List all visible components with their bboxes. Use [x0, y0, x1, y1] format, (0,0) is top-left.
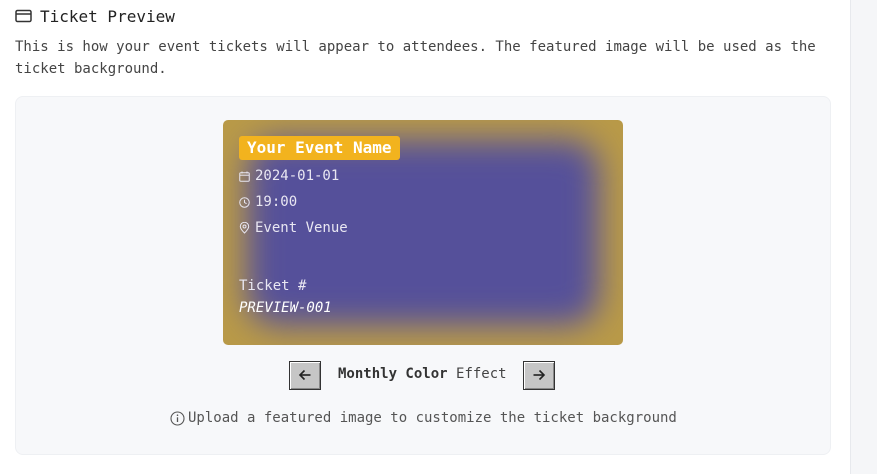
- calendar-icon: [239, 171, 255, 182]
- effect-name: Monthly Color Effect: [338, 366, 507, 382]
- effect-name-suffix: Effect: [456, 366, 507, 382]
- next-effect-button[interactable]: [523, 361, 555, 390]
- ticket-number: PREVIEW-001: [239, 300, 332, 316]
- page-title: Ticket Preview: [40, 6, 175, 26]
- ticket-preview-card: Your Event Name 2024-01-01 19:00 Event V…: [223, 120, 623, 345]
- upload-hint: Upload a featured image to customize the…: [170, 410, 677, 426]
- section-heading: Ticket Preview: [15, 5, 175, 27]
- ticket-venue-row: Event Venue: [239, 220, 348, 236]
- arrow-left-icon: [298, 366, 312, 385]
- ticket-card-icon: [15, 9, 32, 23]
- ticket-content: Your Event Name 2024-01-01 19:00 Event V…: [223, 120, 623, 345]
- effect-name-bold: Monthly Color: [338, 366, 448, 382]
- scrollbar[interactable]: [850, 0, 877, 474]
- ticket-date: 2024-01-01: [255, 168, 340, 184]
- arrow-right-icon: [532, 366, 546, 385]
- previous-effect-button[interactable]: [289, 361, 321, 390]
- ticket-time-row: 19:00: [239, 194, 297, 210]
- map-pin-icon: [239, 222, 255, 234]
- section-description: This is how your event tickets will appe…: [15, 39, 816, 77]
- upload-hint-text: Upload a featured image to customize the…: [188, 410, 677, 426]
- event-name-badge: Your Event Name: [239, 136, 400, 160]
- ticket-preview-section: Ticket Preview This is how your event ti…: [0, 0, 850, 474]
- ticket-date-row: 2024-01-01: [239, 168, 339, 184]
- ticket-time: 19:00: [255, 194, 298, 210]
- info-icon: [170, 410, 188, 426]
- ticket-venue: Event Venue: [255, 220, 348, 236]
- clock-icon: [239, 196, 255, 208]
- ticket-number-label: Ticket #: [239, 278, 307, 294]
